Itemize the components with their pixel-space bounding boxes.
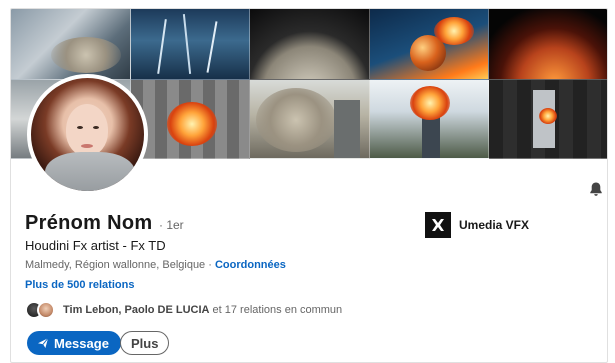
current-company[interactable]: Umedia VFX	[425, 212, 529, 238]
banner-tile-meteor	[369, 9, 490, 80]
umedia-logo-icon	[425, 212, 451, 238]
profile-headline: Houdini Fx artist - Fx TD	[25, 238, 166, 253]
mutual-avatar-2	[37, 301, 55, 319]
contact-info-link[interactable]: Coordonnées	[215, 259, 286, 271]
banner-tile-burning-planet	[489, 9, 607, 80]
profile-location-line: Malmedy, Région wallonne, Belgique · Coo…	[25, 259, 286, 271]
mutual-names: Tim Lebon, Paolo DE LUCIA	[63, 304, 210, 316]
bell-icon[interactable]	[588, 181, 604, 197]
relations-link[interactable]: Plus de 500 relations	[25, 279, 134, 291]
banner-tile-water-trails	[130, 9, 251, 80]
location-separator: ·	[205, 259, 215, 271]
company-name: Umedia VFX	[459, 218, 530, 232]
banner-tile-fire-test	[130, 80, 251, 159]
profile-name: Prénom Nom	[25, 212, 153, 234]
profile-avatar[interactable]	[27, 74, 148, 195]
mutual-rest: et 17 relations en commun	[209, 304, 343, 316]
banner-tile-planet	[250, 9, 370, 80]
message-button[interactable]: Message	[27, 331, 121, 355]
message-button-label: Message	[54, 335, 109, 351]
profile-location: Malmedy, Région wallonne, Belgique	[25, 259, 206, 271]
banner-tile-tower-fire	[369, 80, 490, 159]
banner-tile-tower-sim	[489, 80, 607, 159]
more-button[interactable]: Plus	[120, 331, 170, 355]
more-button-label: Plus	[131, 335, 159, 351]
mutual-connections-text: Tim Lebon, Paolo DE LUCIA et 17 relation…	[63, 304, 342, 316]
banner-tile-building-collapse	[250, 80, 370, 159]
send-icon	[38, 337, 49, 348]
connection-degree: · 1er	[159, 218, 184, 232]
banner-tile-ocean-explosion	[11, 9, 131, 80]
profile-card: Prénom Nom · 1er Houdini Fx artist - Fx …	[10, 8, 608, 363]
mutual-connections[interactable]: Tim Lebon, Paolo DE LUCIA et 17 relation…	[25, 298, 342, 322]
